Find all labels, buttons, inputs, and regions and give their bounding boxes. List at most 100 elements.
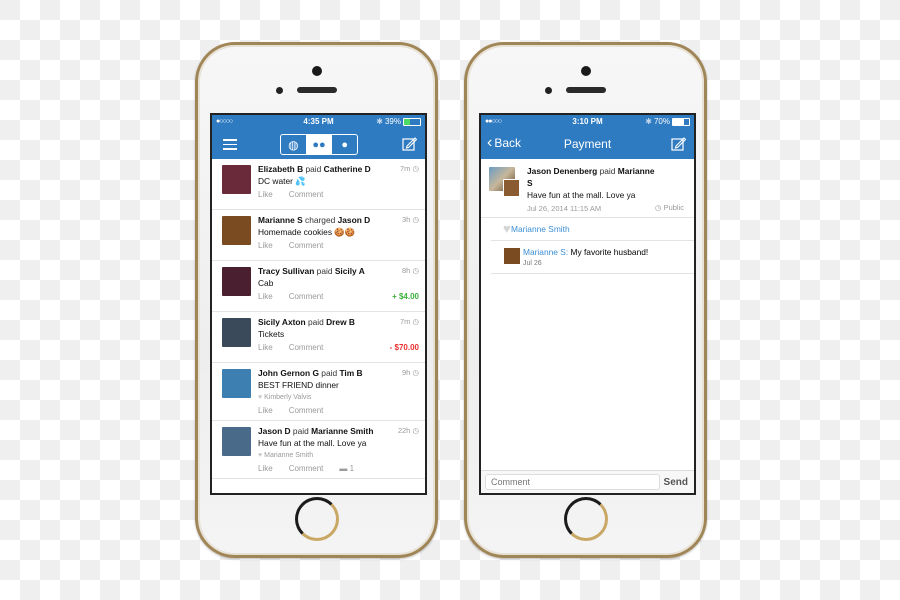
amount: + $4.00 xyxy=(392,292,419,301)
payee-name[interactable]: Tim B xyxy=(339,368,362,378)
privacy-icon: ◷ xyxy=(412,426,419,435)
transaction-verb: charged xyxy=(305,215,336,225)
comment-input[interactable] xyxy=(485,474,660,490)
feed-item[interactable]: Jason D paid Marianne Smith 22h ◷ Have fun… xyxy=(212,421,425,479)
feed-item[interactable]: Marianne S charged Jason D 3h ◷ Homemade c… xyxy=(212,210,425,261)
timestamp: 3h ◷ xyxy=(402,215,419,224)
avatar[interactable] xyxy=(222,318,251,347)
payee-name[interactable]: Drew B xyxy=(326,317,355,327)
timestamp: 7m ◷ xyxy=(399,317,419,326)
globe-icon: ◍ xyxy=(288,137,299,152)
payment-note: Tickets xyxy=(258,329,285,339)
liked-by: ♥ Marianne Smith xyxy=(258,452,314,459)
like-button[interactable]: Like xyxy=(258,239,273,253)
transaction-verb: paid xyxy=(305,164,322,174)
payer-name[interactable]: Tracy Sullivan xyxy=(258,266,314,276)
privacy-icon: ◷ xyxy=(412,368,419,377)
payee-name[interactable]: Jason D xyxy=(338,215,371,225)
bluetooth-icon: ✱ xyxy=(376,117,383,126)
liked-by-name[interactable]: Marianne Smith xyxy=(511,224,570,234)
transaction-verb: paid xyxy=(307,317,324,327)
battery-percent: 39% xyxy=(384,117,401,126)
transaction-verb: paid xyxy=(321,368,338,378)
transaction-verb: paid xyxy=(316,266,333,276)
avatar[interactable] xyxy=(222,267,251,296)
compose-icon[interactable] xyxy=(671,136,686,151)
comment-button[interactable]: Comment xyxy=(289,462,324,476)
payment-note: Cab xyxy=(258,278,274,288)
home-button[interactable] xyxy=(563,497,608,541)
battery-percent: 70% xyxy=(653,117,670,126)
feed-item[interactable]: Tracy Sullivan paid Sicily A 8h ◷ Cab Like C… xyxy=(212,261,425,312)
payer-name[interactable]: Jason D xyxy=(258,426,291,436)
feed-item-actions: Like Comment ▬ 1 xyxy=(258,462,419,476)
comment-item: Marianne S: My favorite husband! Jul 26 xyxy=(491,241,694,274)
status-bar: ●○○○○ 4:35 PM ✱ 39% xyxy=(212,115,425,129)
phone-right: ●●○○○ 3:10 PM ✱ 70% ‹ Back Payment Jason… xyxy=(464,42,707,558)
avatar[interactable] xyxy=(222,369,251,398)
heart-icon[interactable]: ♥ xyxy=(503,221,511,236)
payer-name[interactable]: Sicily Axton xyxy=(258,317,306,327)
avatar[interactable] xyxy=(222,165,251,194)
comment-button[interactable]: Comment xyxy=(289,290,324,304)
feed-item-actions: Like Comment xyxy=(258,404,419,418)
avatar[interactable] xyxy=(504,248,520,264)
timestamp: 8h ◷ xyxy=(402,266,419,275)
person-icon: ● xyxy=(341,138,348,151)
phone-left: ●○○○○ 4:35 PM ✱ 39% ◍ ●● ● Elizabeth B p… xyxy=(195,42,438,558)
send-button[interactable]: Send xyxy=(664,477,688,488)
tab-friends[interactable]: ●● xyxy=(306,135,333,154)
like-button[interactable]: Like xyxy=(258,188,273,202)
avatar[interactable] xyxy=(222,427,251,456)
page-title: Payment xyxy=(563,137,612,151)
payee-name[interactable]: Sicily A xyxy=(335,266,365,276)
globe-icon: ◷ xyxy=(654,203,662,212)
hamburger-icon[interactable] xyxy=(223,139,237,153)
feed-item-actions: Like Comment - $70.00 xyxy=(258,341,419,355)
payment-message: Have fun at the mall. Love ya xyxy=(527,190,636,200)
comment-count: ▬ 1 xyxy=(339,464,355,473)
privacy-icon: ◷ xyxy=(412,164,419,173)
privacy-icon: ◷ xyxy=(412,215,419,224)
payer-name[interactable]: Elizabeth B xyxy=(258,164,303,174)
comment-button[interactable]: Comment xyxy=(289,341,324,355)
home-button[interactable] xyxy=(294,497,339,541)
feed-screen: ●○○○○ 4:35 PM ✱ 39% ◍ ●● ● Elizabeth B p… xyxy=(210,113,427,495)
payer-name[interactable]: John Gernon G xyxy=(258,368,319,378)
comment-button[interactable]: Comment xyxy=(289,239,324,253)
nav-bar: ◍ ●● ● xyxy=(212,129,425,159)
like-button[interactable]: Like xyxy=(258,341,273,355)
comment-button[interactable]: Comment xyxy=(289,188,324,202)
tab-public[interactable]: ◍ xyxy=(281,135,307,154)
tab-me[interactable]: ● xyxy=(332,135,357,154)
feed-item-actions: Like Comment xyxy=(258,188,419,202)
feed-item-actions: Like Comment + $4.00 xyxy=(258,290,419,304)
payment-note: DC water 💦 xyxy=(258,176,306,186)
feed-list: Elizabeth B paid Catherine D 7m ◷ DC water… xyxy=(212,159,425,479)
heart-icon: ♥ xyxy=(258,394,263,401)
earpiece-speaker xyxy=(296,87,337,93)
payer-name[interactable]: Jason Denenberg xyxy=(527,166,597,176)
feed-item[interactable]: Elizabeth B paid Catherine D 7m ◷ DC water… xyxy=(212,159,425,210)
like-button[interactable]: Like xyxy=(258,462,273,476)
like-button[interactable]: Like xyxy=(258,404,273,418)
proximity-sensor xyxy=(276,87,283,94)
feed-item[interactable]: Sicily Axton paid Drew B 7m ◷ Tickets Like C… xyxy=(212,312,425,363)
payee-name[interactable]: Marianne Smith xyxy=(311,426,373,436)
feed-scope-segmented-control: ◍ ●● ● xyxy=(280,134,358,155)
payee-name[interactable]: Catherine D xyxy=(324,164,371,174)
timestamp: 22h ◷ xyxy=(397,426,419,435)
timestamp: 7m ◷ xyxy=(399,164,419,173)
compose-icon[interactable] xyxy=(402,136,417,151)
comment-button[interactable]: Comment xyxy=(289,404,324,418)
feed-item[interactable]: John Gernon G paid Tim B 9h ◷ BEST FRIEND … xyxy=(212,363,425,421)
privacy-badge: ◷ Public xyxy=(654,203,684,212)
comment-author[interactable]: Marianne S: xyxy=(523,247,568,257)
payer-name[interactable]: Marianne S xyxy=(258,215,303,225)
battery-icon xyxy=(403,117,421,126)
avatar[interactable] xyxy=(222,216,251,245)
avatar-secondary[interactable] xyxy=(503,179,520,197)
comment-text: My favorite husband! xyxy=(570,247,649,257)
payment-note: Homemade cookies 🍪🍪 xyxy=(258,227,356,237)
like-button[interactable]: Like xyxy=(258,290,273,304)
